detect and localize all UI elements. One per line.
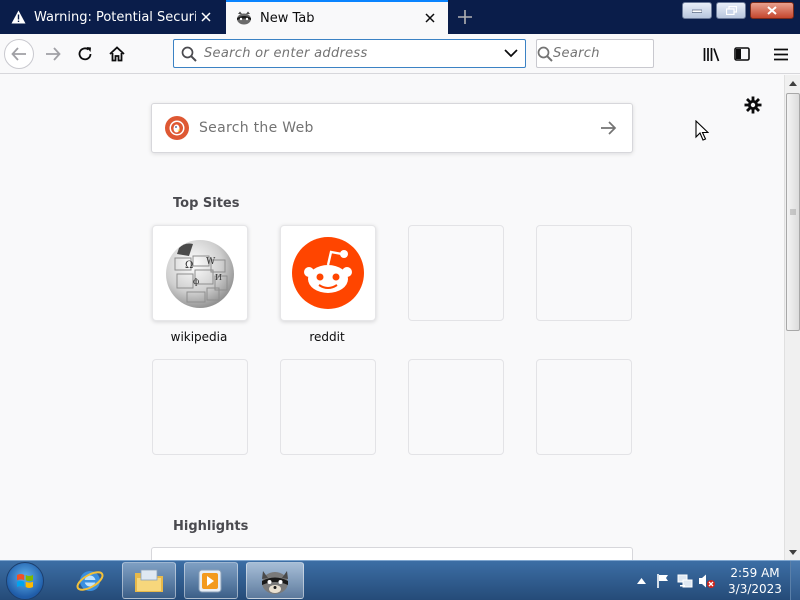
svg-text:W: W xyxy=(206,257,216,267)
hamburger-menu-icon xyxy=(774,48,788,60)
maximize-button[interactable] xyxy=(716,2,746,19)
top-site-tile-wikipedia[interactable]: Ω W И ф xyxy=(152,225,248,321)
windows-logo-icon xyxy=(17,574,33,588)
tab-bar: Warning: Potential Security Risk Ahead N… xyxy=(0,0,800,34)
tab-security-warning[interactable]: Warning: Potential Security Risk Ahead xyxy=(0,0,224,34)
reddit-alien-icon xyxy=(292,237,364,309)
chevron-down-icon[interactable] xyxy=(497,49,525,58)
top-site-tile-reddit[interactable] xyxy=(280,225,376,321)
back-button[interactable] xyxy=(4,39,34,69)
windows-taskbar: 2:59 AM 3/3/2023 xyxy=(0,560,800,600)
close-tab-icon[interactable] xyxy=(196,7,216,27)
clock-date: 3/3/2023 xyxy=(728,582,782,596)
start-button[interactable] xyxy=(6,562,44,600)
scroll-thumb[interactable] xyxy=(786,93,800,331)
close-window-button[interactable] xyxy=(750,2,794,19)
wikipedia-globe-icon: Ω W И ф xyxy=(166,240,234,308)
clock-time: 2:59 AM xyxy=(730,566,780,580)
window-controls xyxy=(682,2,794,19)
highlight-card[interactable] xyxy=(151,547,633,560)
forward-arrow-icon xyxy=(46,47,61,61)
url-input[interactable] xyxy=(204,46,497,61)
tab-new-tab[interactable]: New Tab xyxy=(226,0,448,34)
tab-title: Warning: Potential Security Risk Ahead xyxy=(34,9,196,25)
warning-icon xyxy=(10,9,26,25)
top-sites-heading: Top Sites xyxy=(173,196,240,211)
sidebar-button[interactable] xyxy=(727,39,757,69)
top-site-label: wikipedia xyxy=(170,330,228,344)
internet-explorer-icon xyxy=(76,570,104,591)
action-center-flag-icon[interactable] xyxy=(652,570,674,592)
show-desktop-button[interactable] xyxy=(790,561,800,600)
top-site-tile-empty[interactable] xyxy=(536,225,632,321)
web-search-box[interactable] xyxy=(151,103,633,153)
scroll-up-arrow-icon[interactable] xyxy=(785,75,800,91)
raccoon-favicon-icon xyxy=(236,10,252,26)
taskbar-media-player[interactable] xyxy=(184,562,238,599)
top-site-tile-empty[interactable] xyxy=(408,225,504,321)
taskbar-file-explorer[interactable] xyxy=(122,562,176,599)
minimize-button[interactable] xyxy=(682,2,712,19)
top-site-tile-empty[interactable] xyxy=(152,359,248,455)
tab-title: New Tab xyxy=(260,10,315,26)
show-hidden-icons-arrow-icon[interactable] xyxy=(630,570,652,592)
back-arrow-icon xyxy=(11,47,26,61)
svg-text:ф: ф xyxy=(193,277,199,286)
svg-text:И: И xyxy=(215,273,222,282)
navigation-toolbar xyxy=(0,34,800,74)
reload-button[interactable] xyxy=(70,39,100,69)
search-submit-arrow-icon[interactable] xyxy=(584,121,632,135)
forward-button[interactable] xyxy=(38,39,68,69)
duckduckgo-logo-icon xyxy=(165,116,189,140)
raccoon-browser-icon xyxy=(262,570,288,594)
svg-text:Ω: Ω xyxy=(185,260,193,271)
gear-icon[interactable] xyxy=(742,94,764,116)
taskbar-clock[interactable]: 2:59 AM 3/3/2023 xyxy=(724,565,786,597)
folder-icon xyxy=(135,569,163,592)
top-site-label: reddit xyxy=(309,330,345,344)
top-site-tile-empty[interactable] xyxy=(536,359,632,455)
sidebar-icon xyxy=(734,47,750,61)
menu-button[interactable] xyxy=(766,39,796,69)
home-button[interactable] xyxy=(102,39,132,69)
library-button[interactable] xyxy=(696,39,726,69)
close-tab-icon[interactable] xyxy=(420,8,440,28)
reload-icon xyxy=(78,47,92,61)
search-bar[interactable] xyxy=(536,39,721,68)
search-icon xyxy=(537,46,553,62)
page-scrollbar[interactable] xyxy=(784,75,800,560)
scroll-down-arrow-icon[interactable] xyxy=(785,544,800,560)
taskbar-internet-explorer[interactable] xyxy=(66,562,114,599)
new-tab-page: Top Sites Ω W И ф wikipedia reddit xyxy=(0,75,784,560)
volume-muted-icon[interactable] xyxy=(696,570,718,592)
home-icon xyxy=(109,46,125,62)
media-player-icon xyxy=(198,569,222,592)
new-tab-plus-icon[interactable] xyxy=(452,4,478,30)
web-search-input[interactable] xyxy=(199,120,584,136)
taskbar-browser-active[interactable] xyxy=(246,562,304,599)
search-icon xyxy=(174,46,204,62)
system-tray: 2:59 AM 3/3/2023 xyxy=(630,561,800,600)
highlights-heading: Highlights xyxy=(173,519,249,534)
top-site-tile-empty[interactable] xyxy=(280,359,376,455)
mouse-cursor-icon xyxy=(695,119,710,142)
url-bar[interactable] xyxy=(173,39,526,68)
top-site-tile-empty[interactable] xyxy=(408,359,504,455)
network-icon[interactable] xyxy=(674,570,696,592)
library-icon xyxy=(703,47,719,61)
